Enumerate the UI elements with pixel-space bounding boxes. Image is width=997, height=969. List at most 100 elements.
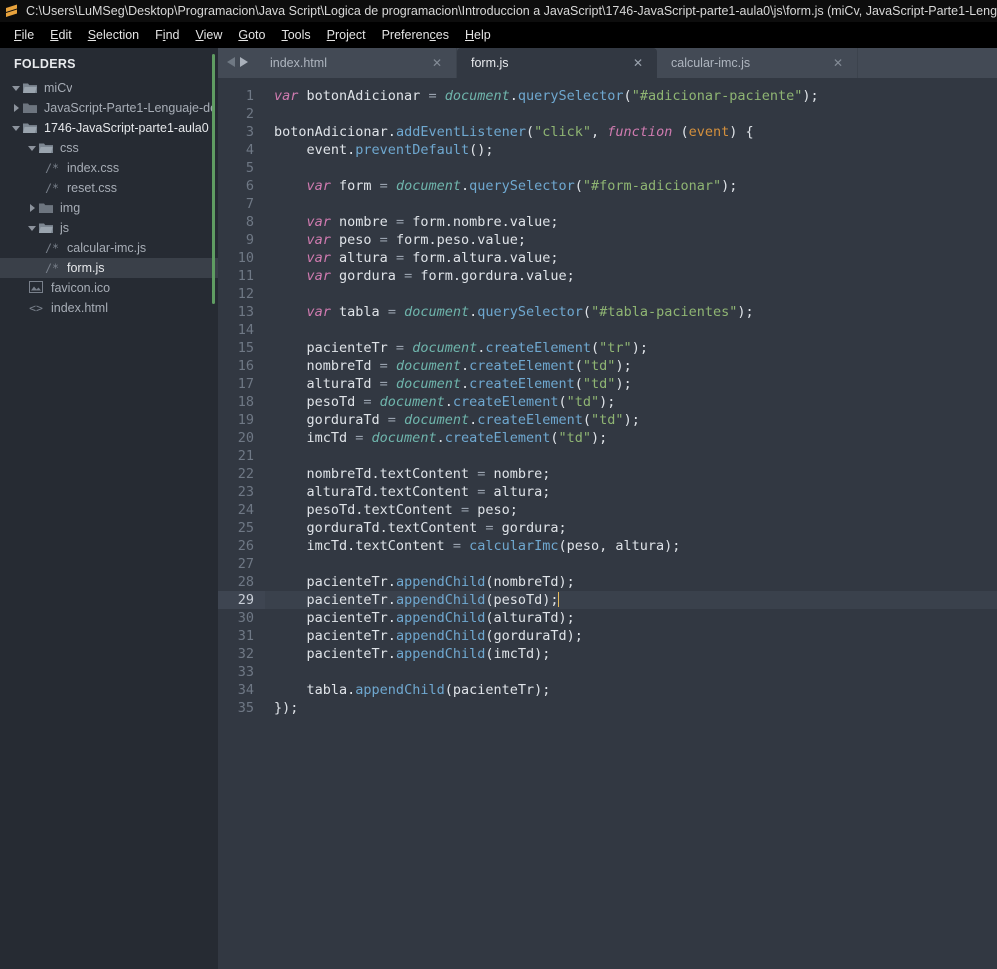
tree-folder-javascript-parte1-lenguaje-de-l[interactable]: JavaScript-Parte1-Lenguaje-de-l bbox=[0, 98, 218, 118]
code-line[interactable]: pacienteTr.appendChild(pesoTd); bbox=[265, 591, 997, 609]
sidebar-file-tree[interactable]: FOLDERS miCv JavaScript-Parte1-Lenguaje-d… bbox=[0, 48, 218, 969]
code-content[interactable]: var botonAdicionar = document.querySelec… bbox=[265, 78, 997, 969]
chevron-right-icon[interactable] bbox=[26, 204, 38, 212]
code-token: form bbox=[339, 178, 380, 194]
code-token: var bbox=[306, 304, 340, 320]
code-line[interactable] bbox=[265, 555, 997, 573]
menu-item-preferences[interactable]: Preferences bbox=[374, 26, 457, 44]
code-line[interactable]: var gordura = form.gordura.value; bbox=[265, 267, 997, 285]
menu-item-help[interactable]: Help bbox=[457, 26, 499, 44]
tree-file-calcular-imc-js[interactable]: /* calcular-imc.js bbox=[0, 238, 218, 258]
code-line[interactable]: tabla.appendChild(pacienteTr); bbox=[265, 681, 997, 699]
code-line[interactable]: nombreTd = document.createElement("td"); bbox=[265, 357, 997, 375]
menu-item-file[interactable]: File bbox=[6, 26, 42, 44]
code-line[interactable] bbox=[265, 105, 997, 123]
editor-tab-calcular-imc-js[interactable]: calcular-imc.js ✕ bbox=[657, 48, 858, 78]
code-line[interactable]: pacienteTr.appendChild(gorduraTd); bbox=[265, 627, 997, 645]
tree-folder-img[interactable]: img bbox=[0, 198, 218, 218]
editor-tab-form-js[interactable]: form.js ✕ bbox=[457, 48, 657, 78]
code-line[interactable]: alturaTd = document.createElement("td"); bbox=[265, 375, 997, 393]
tree-file-favicon-ico[interactable]: favicon.ico bbox=[0, 278, 218, 298]
code-line[interactable]: event.preventDefault(); bbox=[265, 141, 997, 159]
code-line[interactable]: pacienteTr.appendChild(alturaTd); bbox=[265, 609, 997, 627]
code-line[interactable]: pacienteTr.appendChild(nombreTd); bbox=[265, 573, 997, 591]
code-token: pacienteTr bbox=[274, 646, 388, 662]
sidebar-scrollbar[interactable] bbox=[212, 54, 215, 304]
code-line[interactable]: gorduraTd = document.createElement("td")… bbox=[265, 411, 997, 429]
code-token: calcularImc bbox=[469, 538, 559, 554]
tab-label: index.html bbox=[270, 56, 327, 70]
code-line[interactable] bbox=[265, 285, 997, 303]
tree-folder-css[interactable]: css bbox=[0, 138, 218, 158]
code-line[interactable]: gorduraTd.textContent = gordura; bbox=[265, 519, 997, 537]
code-token: gordura; bbox=[501, 520, 567, 536]
code-token: nombreTd.textContent bbox=[274, 466, 478, 482]
code-line[interactable]: imcTd = document.createElement("td"); bbox=[265, 429, 997, 447]
code-line[interactable]: var tabla = document.querySelector("#tab… bbox=[265, 303, 997, 321]
code-line[interactable] bbox=[265, 663, 997, 681]
menu-item-tools[interactable]: Tools bbox=[273, 26, 318, 44]
code-line[interactable] bbox=[265, 195, 997, 213]
code-line[interactable]: var nombre = form.nombre.value; bbox=[265, 213, 997, 231]
chevron-down-icon[interactable] bbox=[26, 144, 38, 152]
code-token: (peso, altura); bbox=[558, 538, 681, 554]
chevron-down-icon[interactable] bbox=[26, 224, 38, 232]
code-token: addEventListener bbox=[395, 124, 526, 140]
chevron-down-icon[interactable] bbox=[10, 124, 22, 132]
menu-bar: File Edit Selection Find View Goto Tools Projec… bbox=[0, 22, 997, 48]
tree-file-form-js[interactable]: /* form.js bbox=[0, 258, 218, 278]
code-line[interactable]: imcTd.textContent = calcularImc(peso, al… bbox=[265, 537, 997, 555]
menu-item-project[interactable]: Project bbox=[319, 26, 374, 44]
tree-folder-micv[interactable]: miCv bbox=[0, 78, 218, 98]
code-line[interactable] bbox=[265, 321, 997, 339]
code-line[interactable]: pacienteTr.appendChild(imcTd); bbox=[265, 645, 997, 663]
code-line[interactable]: }); bbox=[265, 699, 997, 717]
code-editor[interactable]: 1 2 3 4 5 6 7 8 9 10 11 12 13 14 15 16 17 18 19 20 21 22 23 24 2… bbox=[218, 78, 997, 969]
code-token: appendChild bbox=[395, 574, 486, 590]
tree-folder-1746-javascript-parte1-aula0[interactable]: 1746-JavaScript-parte1-aula0 bbox=[0, 118, 218, 138]
tree-file-reset-css[interactable]: /* reset.css bbox=[0, 178, 218, 198]
code-token: = bbox=[477, 484, 494, 500]
tab-nav-controls[interactable] bbox=[218, 48, 256, 78]
code-line[interactable]: botonAdicionar.addEventListener("click",… bbox=[265, 123, 997, 141]
menu-item-goto[interactable]: Goto bbox=[230, 26, 273, 44]
tree-file-index-css[interactable]: /* index.css bbox=[0, 158, 218, 178]
code-line[interactable] bbox=[265, 159, 997, 177]
code-line[interactable]: pacienteTr = document.createElement("tr"… bbox=[265, 339, 997, 357]
code-token: (pacienteTr); bbox=[444, 682, 551, 698]
folder-closed-icon bbox=[38, 202, 54, 214]
code-file-icon: /* bbox=[45, 241, 59, 255]
code-line[interactable]: pesoTd.textContent = peso; bbox=[265, 501, 997, 519]
close-icon[interactable]: ✕ bbox=[833, 56, 843, 70]
code-line[interactable]: var altura = form.altura.value; bbox=[265, 249, 997, 267]
code-line[interactable]: var peso = form.peso.value; bbox=[265, 231, 997, 249]
editor-tab-index-html[interactable]: index.html ✕ bbox=[256, 48, 457, 78]
close-icon[interactable]: ✕ bbox=[432, 56, 442, 70]
menu-item-edit[interactable]: Edit bbox=[42, 26, 80, 44]
triangle-left-icon[interactable] bbox=[226, 54, 236, 72]
line-number: 18 bbox=[237, 394, 254, 410]
triangle-right-icon[interactable] bbox=[239, 54, 248, 72]
chevron-down-icon[interactable] bbox=[10, 84, 22, 92]
code-line[interactable]: var form = document.querySelector("#form… bbox=[265, 177, 997, 195]
code-token: querySelector bbox=[517, 88, 624, 104]
code-token: "td" bbox=[566, 394, 600, 410]
menu-item-selection[interactable]: Selection bbox=[80, 26, 147, 44]
tree-file-index-html[interactable]: <> index.html bbox=[0, 298, 218, 318]
code-token: = bbox=[387, 412, 405, 428]
tree-item-label: JavaScript-Parte1-Lenguaje-de-l bbox=[44, 101, 212, 115]
code-line[interactable]: var botonAdicionar = document.querySelec… bbox=[265, 87, 997, 105]
menu-item-view[interactable]: View bbox=[187, 26, 230, 44]
code-line[interactable]: nombreTd.textContent = nombre; bbox=[265, 465, 997, 483]
close-icon[interactable]: ✕ bbox=[633, 56, 643, 70]
tree-folder-js[interactable]: js bbox=[0, 218, 218, 238]
code-line[interactable]: pesoTd = document.createElement("td"); bbox=[265, 393, 997, 411]
code-token: (alturaTd); bbox=[485, 610, 575, 626]
code-token: form.gordura.value; bbox=[420, 268, 575, 284]
line-number: 27 bbox=[237, 556, 254, 572]
menu-item-find[interactable]: Find bbox=[147, 26, 187, 44]
code-line[interactable] bbox=[265, 447, 997, 465]
code-line[interactable]: alturaTd.textContent = altura; bbox=[265, 483, 997, 501]
code-token: var bbox=[274, 88, 307, 104]
chevron-right-icon[interactable] bbox=[10, 104, 22, 112]
